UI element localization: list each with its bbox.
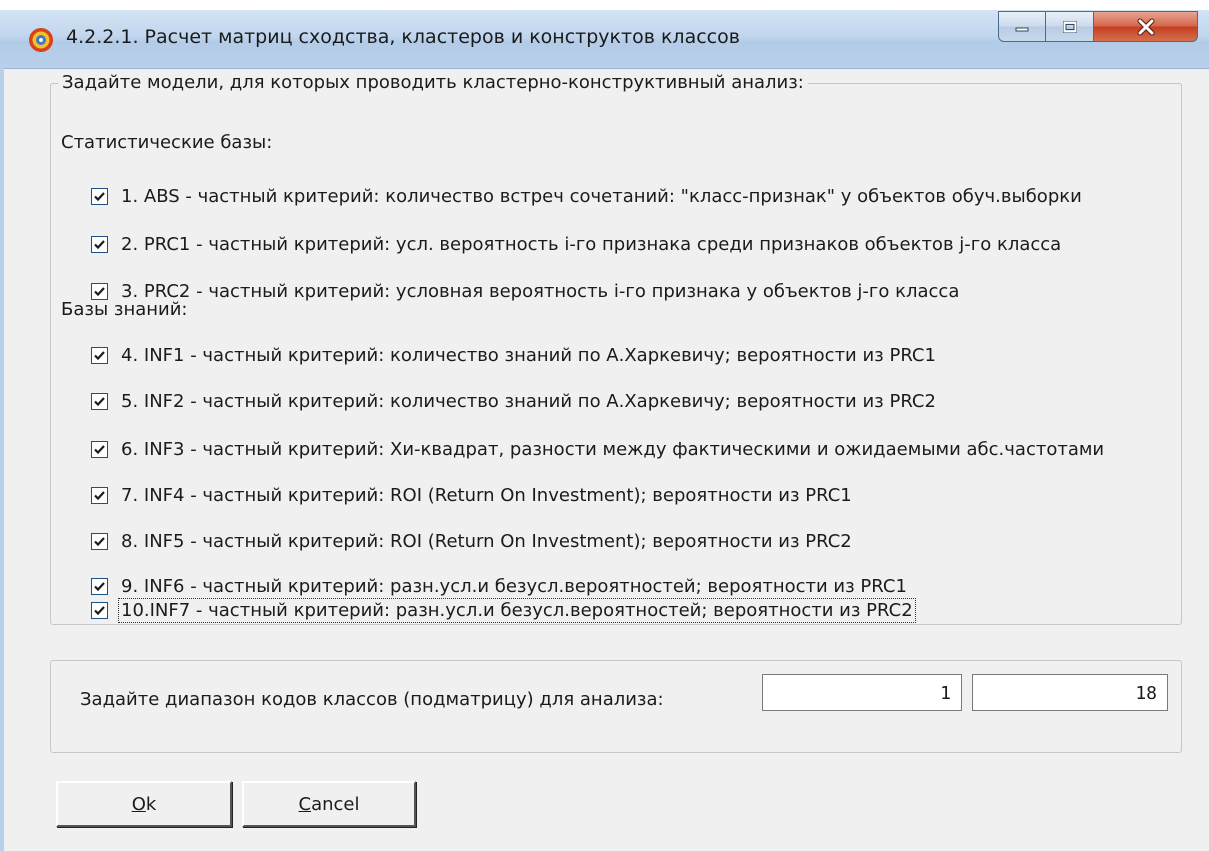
checkmark-icon (94, 350, 105, 360)
checkbox-label: 3. PRC2 - частный критерий: условная вер… (121, 280, 960, 302)
checkbox-box[interactable] (91, 346, 108, 364)
checkbox-box[interactable] (91, 486, 108, 504)
model-checkbox-abs[interactable]: 1. ABS - частный критерий: количество вс… (91, 182, 1084, 210)
checkbox-label: 6. INF3 - частный критерий: Хи-квадрат, … (121, 438, 1105, 460)
app-logo-icon (29, 28, 53, 52)
model-checkbox-inf2[interactable]: 5. INF2 - частный критерий: количество з… (91, 387, 938, 415)
minimize-icon (1015, 27, 1029, 31)
dialog-window: 4.2.2.1. Расчет матриц сходства, кластер… (0, 10, 1209, 851)
checkmark-icon (94, 444, 105, 454)
close-button[interactable] (1094, 11, 1198, 42)
model-checkbox-inf1[interactable]: 4. INF1 - частный критерий: количество з… (91, 341, 938, 369)
checkmark-icon (94, 490, 105, 500)
title-bar[interactable]: 4.2.2.1. Расчет матриц сходства, кластер… (0, 10, 1209, 69)
model-checkbox-inf4[interactable]: 7. INF4 - частный критерий: ROI (Return … (91, 481, 854, 509)
checkbox-label: 2. PRC1 - частный критерий: усл. вероятн… (121, 233, 1062, 255)
maximize-button[interactable] (1046, 11, 1094, 42)
checkmark-icon (94, 239, 105, 249)
cancel-label: ancel (311, 793, 360, 815)
minimize-button[interactable] (998, 11, 1046, 42)
checkbox-box[interactable] (91, 532, 108, 550)
checkbox-box[interactable] (91, 392, 108, 410)
cancel-button[interactable]: Cancel (242, 781, 416, 827)
checkbox-label: 9. INF6 - частный критерий: разн.усл.и б… (121, 575, 907, 597)
checkbox-box[interactable] (91, 440, 108, 458)
checkbox-label: 8. INF5 - частный критерий: ROI (Return … (121, 530, 852, 552)
range-from-input[interactable]: 1 (762, 674, 962, 711)
checkmark-icon (94, 286, 105, 296)
checkbox-label: 5. INF2 - частный критерий: количество з… (121, 390, 936, 412)
model-checkbox-inf5[interactable]: 8. INF5 - частный критерий: ROI (Return … (91, 527, 854, 555)
caption-buttons (998, 11, 1198, 43)
checkbox-box[interactable] (91, 187, 108, 205)
checkbox-box[interactable] (91, 577, 108, 595)
checkmark-icon (94, 536, 105, 546)
checkmark-icon (94, 581, 105, 591)
window-left-edge (0, 68, 4, 851)
maximize-icon (1062, 20, 1077, 33)
models-group-legend: Задайте модели, для которых проводить кл… (58, 72, 808, 93)
range-to-input[interactable]: 18 (972, 674, 1168, 711)
checkbox-label: 7. INF4 - частный критерий: ROI (Return … (121, 484, 852, 506)
checkbox-box[interactable] (91, 282, 108, 300)
ok-button[interactable]: Ok (56, 781, 232, 827)
statistical-bases-label: Статистические базы: (61, 132, 273, 153)
close-icon (1137, 18, 1154, 35)
checkmark-icon (94, 191, 105, 201)
model-checkbox-inf7[interactable]: 10.INF7 - частный критерий: разн.усл.и б… (91, 596, 916, 624)
ok-label: k (145, 793, 157, 815)
checkbox-box[interactable] (91, 601, 108, 619)
model-checkbox-prc2[interactable]: 3. PRC2 - частный критерий: условная вер… (91, 277, 961, 305)
checkbox-label: 1. ABS - частный критерий: количество вс… (121, 185, 1082, 207)
checkmark-icon (94, 605, 105, 615)
cancel-accelerator: C (298, 793, 312, 815)
checkbox-label: 10.INF7 - частный критерий: разн.усл.и б… (118, 597, 916, 623)
checkbox-label: 4. INF1 - частный критерий: количество з… (121, 344, 936, 366)
window-title: 4.2.2.1. Расчет матриц сходства, кластер… (66, 26, 740, 48)
ok-accelerator: O (131, 793, 146, 815)
model-checkbox-prc1[interactable]: 2. PRC1 - частный критерий: усл. вероятн… (91, 230, 1063, 258)
model-checkbox-inf3[interactable]: 6. INF3 - частный критерий: Хи-квадрат, … (91, 435, 1106, 463)
checkmark-icon (94, 396, 105, 406)
range-label: Задайте диапазон кодов классов (подматри… (80, 689, 664, 710)
checkbox-box[interactable] (91, 235, 108, 253)
knowledge-bases-label: Базы знаний: (61, 299, 188, 320)
